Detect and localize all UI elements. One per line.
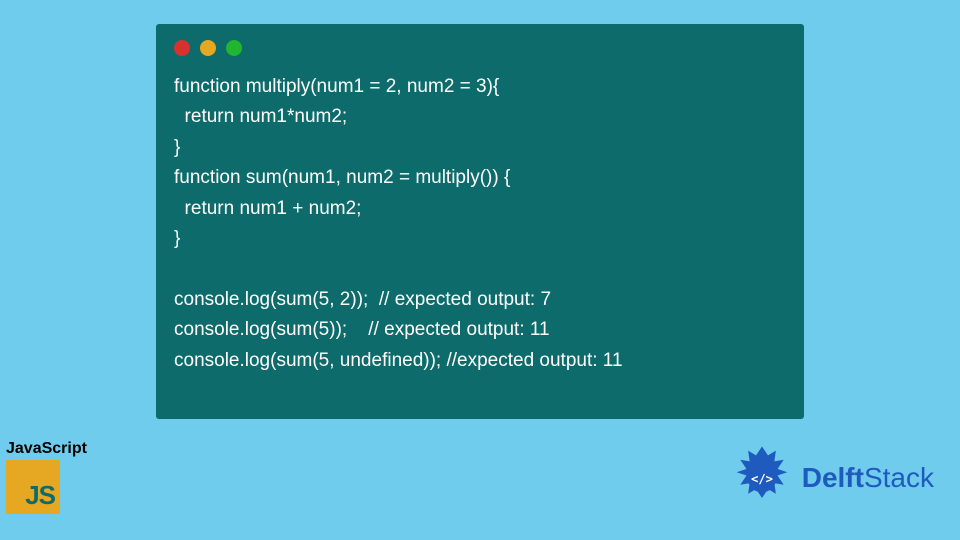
code-window: function multiply(num1 = 2, num2 = 3){ r… <box>156 24 804 419</box>
code-line: console.log(sum(5, undefined)); //expect… <box>174 350 623 371</box>
javascript-logo-text: JS <box>25 480 55 511</box>
code-line: } <box>174 137 180 158</box>
code-line: function multiply(num1 = 2, num2 = 3){ <box>174 76 499 97</box>
minimize-icon <box>200 40 216 56</box>
javascript-label: JavaScript <box>6 440 87 458</box>
delftstack-logo-icon: </> <box>726 442 798 514</box>
close-icon <box>174 40 190 56</box>
window-controls <box>174 40 786 56</box>
svg-text:</>: </> <box>751 472 773 486</box>
delftstack-text: DelftStack <box>802 462 934 494</box>
delftstack-badge: </> DelftStack <box>726 442 934 514</box>
delft-bold: Delft <box>802 462 864 493</box>
code-line: } <box>174 228 180 249</box>
delft-light: Stack <box>864 462 934 493</box>
code-line: function sum(num1, num2 = multiply()) { <box>174 167 510 188</box>
javascript-badge: JavaScript JS <box>6 440 87 514</box>
code-line: console.log(sum(5, 2)); // expected outp… <box>174 289 551 310</box>
code-line: return num1 + num2; <box>174 198 361 219</box>
javascript-logo-icon: JS <box>6 460 60 514</box>
code-line: console.log(sum(5)); // expected output:… <box>174 319 550 340</box>
code-line: return num1*num2; <box>174 106 347 127</box>
maximize-icon <box>226 40 242 56</box>
code-block: function multiply(num1 = 2, num2 = 3){ r… <box>174 72 786 376</box>
